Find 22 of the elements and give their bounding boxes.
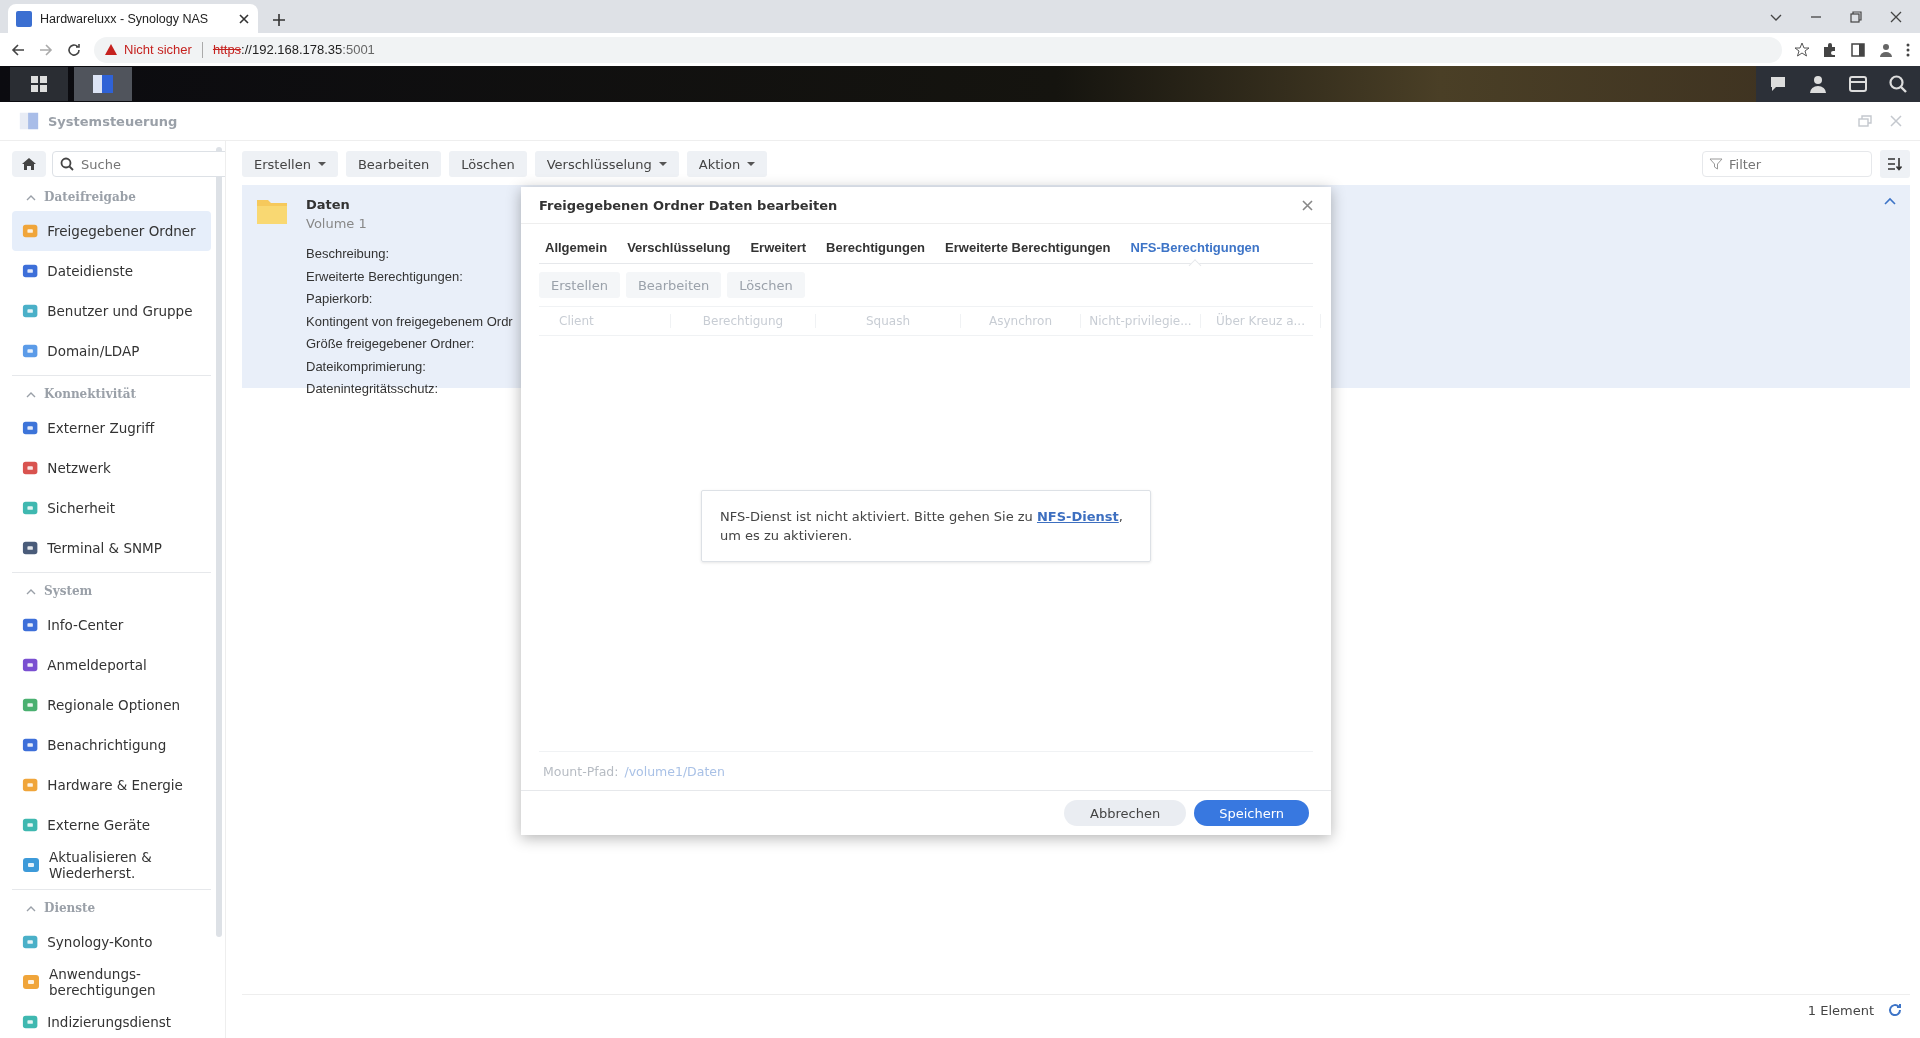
tab-title: Hardwareluxx - Synology NAS: [40, 11, 210, 26]
mount-path: /volume1/Daten: [624, 763, 725, 779]
section-title: Dienste: [44, 901, 96, 915]
mount-path-label: Mount-Pfad:: [543, 763, 619, 779]
window-title: Systemsteuerung: [48, 113, 178, 129]
field-label: Papierkorb:: [306, 290, 374, 308]
notice-message: NFS-Dienst ist nicht aktiviert. Bitte gehen Sie zu NFS-Dienst, um es zu aktivieren.: [701, 490, 1151, 562]
field-label: Beschreibung:: [306, 245, 391, 263]
field-label: Kontingent von freigegebenem Ordr: [306, 312, 513, 331]
dialog-title: Freigegebenen Ordner Daten bearbeiten: [539, 197, 838, 213]
section-title: Konnektivität: [44, 387, 137, 401]
volume-label: Volume 1: [306, 216, 368, 231]
field-label: Größe freigegebener Ordner:: [306, 335, 476, 353]
security-warning: Nicht sicher: [124, 42, 192, 57]
field-label: Erweiterte Berechtigungen:: [306, 267, 464, 286]
item-count: 1 Element: [1807, 1002, 1874, 1018]
field-label: Dateikomprimierung:: [306, 357, 427, 376]
section-title: Dateifreigabe: [44, 190, 136, 204]
folder-name: Daten: [306, 197, 351, 212]
url-text: https://192.168.178.35:5001: [212, 42, 375, 57]
field-label: Datenintegritätsschutz:: [306, 380, 440, 398]
section-title: System: [44, 584, 93, 598]
